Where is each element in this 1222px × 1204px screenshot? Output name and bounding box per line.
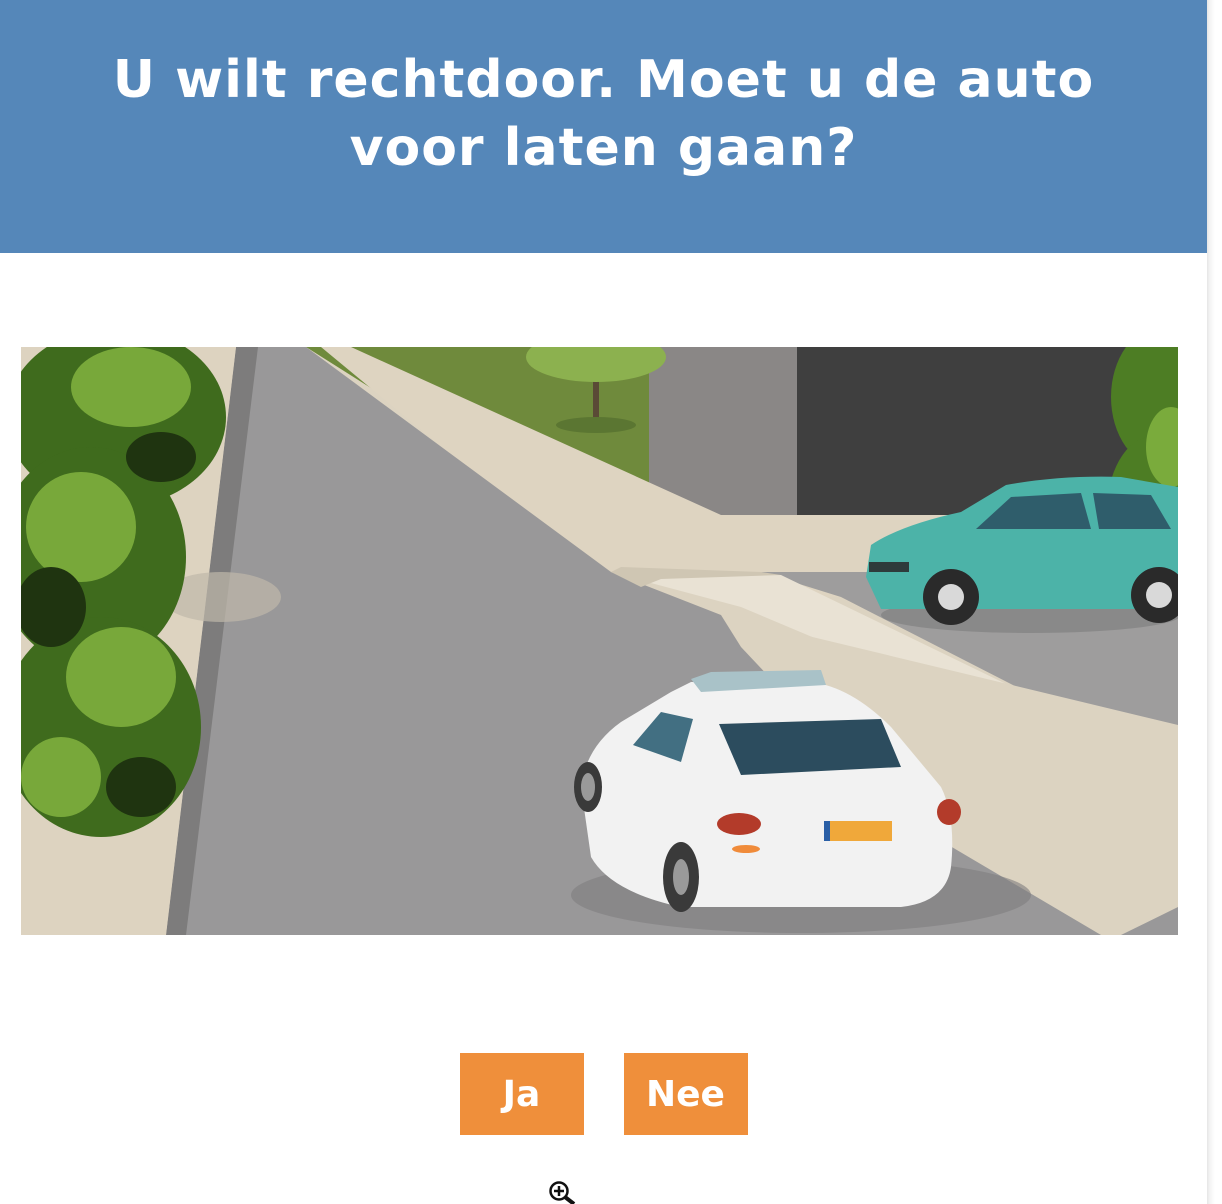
- answer-options: Ja Nee: [0, 1053, 1207, 1135]
- traffic-scene-illustration: [21, 347, 1178, 935]
- question-title: U wilt rechtdoor. Moet u de auto voor la…: [112, 50, 1095, 178]
- zoom-in-icon: [548, 1180, 578, 1204]
- answer-nee-button[interactable]: Nee: [623, 1053, 748, 1135]
- traffic-scene-image: [21, 347, 1178, 935]
- quiz-page: U wilt rechtdoor. Moet u de auto voor la…: [0, 0, 1222, 1204]
- question-header: U wilt rechtdoor. Moet u de auto voor la…: [0, 0, 1207, 253]
- answer-ja-button[interactable]: Ja: [459, 1053, 584, 1135]
- page-edge-shadow: [1207, 0, 1222, 1204]
